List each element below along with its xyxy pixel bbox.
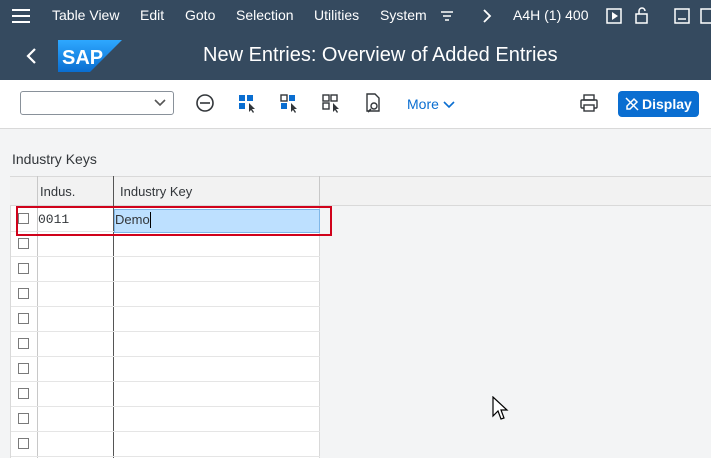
row-select-checkbox[interactable] [18,413,29,424]
row-select-checkbox[interactable] [18,313,29,324]
play-icon[interactable] [606,8,622,24]
collapse-menu-icon[interactable] [440,10,454,22]
row-select-checkbox[interactable] [18,338,29,349]
system-info: A4H (1) 400 [513,7,589,23]
more-menu[interactable]: More [407,96,455,112]
column-header-indus[interactable]: Indus. [40,184,75,199]
sap-logo: SAP [58,40,122,72]
unlock-icon[interactable] [634,6,650,24]
more-label: More [407,96,439,112]
chevron-down-icon [443,101,455,109]
chevron-down-icon[interactable] [153,95,167,109]
menu-icon[interactable] [12,9,30,23]
select-block-icon[interactable] [278,92,300,114]
row-select-checkbox[interactable] [18,263,29,274]
section-title: Industry Keys [12,151,97,167]
display-toggle-icon [625,97,639,111]
table-row[interactable] [11,432,320,457]
deselect-all-icon[interactable] [320,92,342,114]
column-header-industry-key[interactable]: Industry Key [120,184,192,199]
document-search-icon[interactable] [362,92,384,114]
display-label: Display [642,96,692,112]
svg-text:SAP: SAP [62,47,103,69]
back-icon[interactable] [24,46,38,66]
table-header [10,176,711,206]
toolbar: More Display [0,80,711,129]
menu-table-view[interactable]: Table View [52,7,119,23]
title-bar: SAP New Entries: Overview of Added Entri… [0,32,711,80]
table-row[interactable] [11,307,320,332]
chevron-right-icon[interactable] [482,9,492,23]
table-row[interactable] [11,382,320,407]
row-select-checkbox[interactable] [18,388,29,399]
table-row[interactable] [11,257,320,282]
window-control-icon[interactable] [700,8,711,24]
select-all-icon[interactable] [236,92,258,114]
table-row[interactable] [11,407,320,432]
menu-selection[interactable]: Selection [236,7,294,23]
row-select-checkbox[interactable] [18,288,29,299]
command-field[interactable] [20,91,174,115]
minimize-icon[interactable] [674,8,690,24]
table-row[interactable] [11,332,320,357]
highlight-box [16,206,332,236]
menu-edit[interactable]: Edit [140,7,164,23]
delete-row-icon[interactable] [194,92,216,114]
menu-bar: Table View Edit Goto Selection Utilities… [0,0,711,32]
menu-system[interactable]: System [380,7,427,23]
row-select-checkbox[interactable] [18,438,29,449]
mouse-pointer-icon [492,396,509,420]
menu-utilities[interactable]: Utilities [314,7,359,23]
page-title: New Entries: Overview of Added Entries [203,44,558,66]
table-row[interactable] [11,282,320,307]
display-button[interactable]: Display [618,91,699,117]
menu-goto[interactable]: Goto [185,7,215,23]
print-icon[interactable] [578,92,600,114]
column-divider [319,176,320,206]
row-select-checkbox[interactable] [18,363,29,374]
table-row[interactable] [11,357,320,382]
row-select-checkbox[interactable] [18,238,29,249]
